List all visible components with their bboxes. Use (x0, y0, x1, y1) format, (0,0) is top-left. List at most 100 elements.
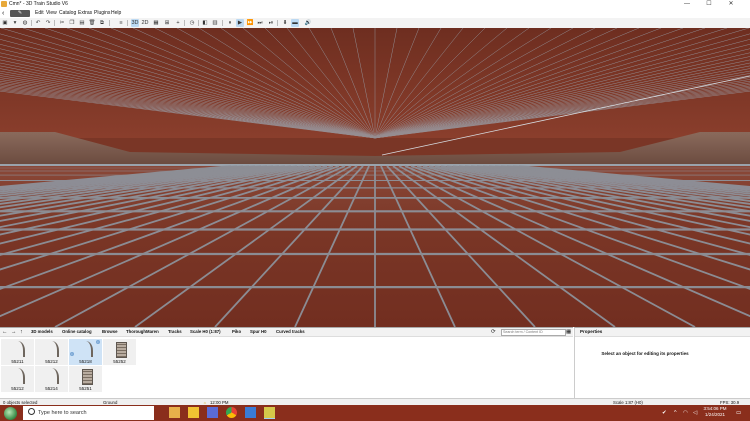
item-number: 55252 (113, 359, 126, 364)
catalog-nav-bar: ← → ↑ 3D models Online catalog Browse Th… (0, 328, 573, 337)
taskbar-clock[interactable]: 3:54:06 PM 1/24/2021 (700, 406, 730, 418)
sound-icon[interactable]: 🔊 (304, 19, 312, 27)
delete-icon[interactable]: 🗑 (88, 19, 96, 27)
network-status-icon[interactable]: ✔ (662, 409, 667, 417)
globe-icon[interactable]: ◍ (21, 19, 29, 27)
breadcrumb-item[interactable]: Curved tracks (276, 328, 305, 336)
back-arrow-icon[interactable]: ‹ (2, 9, 4, 18)
notifications-icon[interactable]: ▭ (736, 409, 741, 417)
catalog-item[interactable]: 55251 (69, 366, 102, 392)
tray-chevron-icon[interactable]: ^ (674, 409, 677, 417)
menu-plugins[interactable]: Plugins (94, 9, 110, 18)
grid-icon[interactable]: ▦ (152, 19, 160, 27)
download-icon[interactable]: ⬇ (281, 19, 289, 27)
add-icon[interactable]: + (174, 19, 182, 27)
catalog-item[interactable]: 55252 (103, 339, 136, 365)
chrome-icon[interactable] (226, 407, 237, 418)
breadcrumb-item[interactable]: Spur H0 (250, 328, 266, 336)
open-icon[interactable]: ▾ (11, 19, 19, 27)
breadcrumb-item[interactable]: Tracks (168, 328, 182, 336)
nav-up-icon[interactable]: ↑ (20, 328, 23, 336)
panel-left-icon[interactable]: ◧ (201, 19, 209, 27)
volume-icon[interactable]: ◁ (693, 409, 697, 417)
separator (277, 20, 278, 26)
search-icon (28, 408, 35, 415)
word-icon[interactable] (245, 407, 256, 418)
straight-track-thumbnail (116, 342, 127, 358)
minimize-button[interactable]: — (678, 0, 696, 9)
panel-list-icon[interactable]: ▥ (211, 19, 219, 27)
3d-viewport[interactable] (0, 28, 750, 327)
breadcrumb-item[interactable]: ThoroughMaren (126, 328, 159, 336)
item-number: 55212 (11, 386, 24, 391)
breadcrumb-item[interactable]: Piko (232, 328, 241, 336)
curved-track-thumbnail (13, 368, 25, 384)
paste-icon[interactable]: ▤ (78, 19, 86, 27)
menu-catalog[interactable]: Catalog (59, 9, 76, 18)
window-title: Cmn* - 3D Train Studio V6 (9, 1, 68, 7)
title-bar: Cmn* - 3D Train Studio V6 — ☐ ✕ (0, 0, 750, 9)
catalog-item[interactable]: 55211 (1, 339, 34, 365)
breadcrumb-item[interactable]: Online catalog (62, 328, 92, 336)
track-view-icon[interactable]: ▬ (291, 19, 299, 27)
info-badge-icon[interactable]: i (96, 340, 100, 344)
menu-edit[interactable]: Edit (35, 9, 44, 18)
view-3d-button[interactable]: 3D (131, 19, 139, 27)
catalog-search-input[interactable]: Search term / Content ID (501, 329, 566, 336)
curved-track-thumbnail (47, 341, 59, 357)
fast-forward-icon[interactable]: ⏩ (246, 19, 254, 27)
separator (198, 20, 199, 26)
menu-view[interactable]: View (46, 9, 57, 18)
snap-icon[interactable]: ⊞ (163, 19, 171, 27)
menu-extras[interactable]: Extras (78, 9, 92, 18)
info-badge-icon[interactable]: i (70, 352, 74, 356)
catalog-item[interactable]: 55214 (35, 366, 68, 392)
play-icon[interactable]: ▶ (236, 19, 244, 27)
3d-train-studio-task-icon[interactable] (264, 407, 275, 419)
curved-track-thumbnail (47, 368, 59, 384)
breadcrumb-item[interactable]: Scale H0 (1:87) (190, 328, 221, 336)
breadcrumb-item[interactable]: 3D models (31, 328, 53, 336)
layers-icon[interactable]: ≡ (117, 19, 125, 27)
duplicate-icon[interactable]: ⧉ (98, 19, 106, 27)
scene-render (0, 28, 750, 327)
separator (54, 20, 55, 26)
nav-back-icon[interactable]: ← (2, 328, 8, 336)
faster-forward-icon[interactable]: ⏭ (256, 19, 264, 27)
curved-track-thumbnail (81, 341, 93, 357)
skip-icon[interactable]: ⏯ (267, 19, 275, 27)
close-button[interactable]: ✕ (722, 0, 740, 9)
clock-date: 1/24/2021 (704, 412, 726, 417)
store-icon[interactable] (169, 407, 180, 418)
grid-view-icon[interactable]: ▦ (566, 328, 571, 336)
curved-track-thumbnail (13, 341, 25, 357)
undo-icon[interactable]: ↶ (34, 19, 42, 27)
wifi-icon[interactable]: ◠ (683, 409, 688, 417)
taskbar-search-box[interactable]: Type here to search (23, 406, 154, 420)
start-button[interactable] (4, 407, 17, 420)
catalog-item[interactable]: 55212 (35, 339, 68, 365)
edit-mode-button[interactable]: ✎ (10, 10, 30, 17)
catalog-item[interactable]: 55212 (1, 366, 34, 392)
properties-hint: Select an object for editing its propert… (601, 351, 689, 356)
app-logo-icon (1, 1, 7, 7)
separator (109, 20, 110, 26)
clock-icon[interactable]: ◷ (188, 19, 196, 27)
catalog-item-selected[interactable]: i i 55218 (69, 339, 102, 365)
item-number: 55214 (45, 386, 58, 391)
pause-icon[interactable]: ⏸ (226, 19, 234, 27)
copy-icon[interactable]: ❐ (68, 19, 76, 27)
nav-forward-icon[interactable]: → (11, 328, 17, 336)
breadcrumb-item[interactable]: Browse (102, 328, 118, 336)
app-icon[interactable] (207, 407, 218, 418)
redo-icon[interactable]: ↷ (44, 19, 52, 27)
cut-icon[interactable]: ✂ (58, 19, 66, 27)
separator (31, 20, 32, 26)
save-icon[interactable]: ▣ (1, 19, 9, 27)
refresh-icon[interactable]: ⟳ (491, 328, 496, 336)
file-explorer-icon[interactable] (188, 407, 199, 418)
straight-track-thumbnail (82, 369, 93, 385)
view-2d-button[interactable]: 2D (141, 19, 149, 27)
menu-help[interactable]: Help (111, 9, 121, 18)
maximize-button[interactable]: ☐ (700, 0, 718, 9)
